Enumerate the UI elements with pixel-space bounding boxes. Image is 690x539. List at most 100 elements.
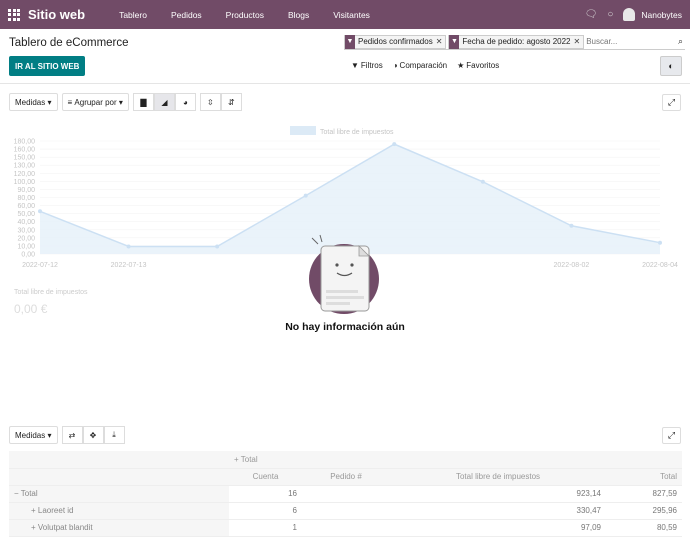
menu-item-visitantes[interactable]: Visitantes xyxy=(321,10,382,20)
app-brand[interactable]: Sitio web xyxy=(28,7,85,22)
apps-menu-button[interactable] xyxy=(0,0,28,29)
chat-icon[interactable]: 🗨 xyxy=(585,9,598,20)
y-tick-label: 50,00 xyxy=(17,211,35,218)
sort-group: ⇳ ⇵ xyxy=(199,93,242,111)
favorites-label: Favoritos xyxy=(466,61,500,70)
measure-header[interactable]: Total xyxy=(606,468,682,486)
page-title: Tablero de eCommerce xyxy=(9,37,129,49)
flip-icon: ⇄ xyxy=(68,430,76,440)
pivot-col-header[interactable]: + Total xyxy=(229,451,682,469)
measure-header[interactable]: Cuenta xyxy=(229,468,302,486)
group-by-label: Agrupar por xyxy=(74,97,117,107)
legend-swatch xyxy=(290,126,316,135)
y-tick-label: 30,00 xyxy=(17,227,35,234)
data-point xyxy=(569,223,574,228)
favorites-dropdown[interactable]: ★ Favoritos xyxy=(457,61,499,70)
pie-chart-button[interactable]: ◕ xyxy=(174,93,196,111)
apps-grid-icon xyxy=(8,8,20,21)
pivot-measure-row: Cuenta Pedido # Total libre de impuestos… xyxy=(9,468,682,486)
y-tick-label: 60,00 xyxy=(17,203,35,210)
table-cell xyxy=(302,519,390,537)
dashboard-view-button[interactable]: ◐ xyxy=(660,56,682,76)
y-tick-label: 130,00 xyxy=(14,163,36,170)
legend-label: Total libre de impuestos xyxy=(320,129,394,136)
measure-header[interactable]: Pedido # xyxy=(302,468,390,486)
no-data-title: No hay información aún xyxy=(285,321,405,333)
menu-item-productos[interactable]: Productos xyxy=(214,10,276,20)
y-tick-label: 90,00 xyxy=(17,187,35,194)
measure-header[interactable]: Total libre de impuestos xyxy=(390,468,606,486)
data-point xyxy=(480,179,485,184)
data-point xyxy=(215,244,220,249)
control-panel-divider xyxy=(0,83,690,84)
star-icon: ★ xyxy=(457,61,465,70)
menu-item-tablero[interactable]: Tablero xyxy=(107,10,159,20)
data-point xyxy=(126,244,131,249)
pivot-measures-dropdown[interactable]: Medidas ▾ xyxy=(9,426,58,444)
line-chart-button[interactable]: ◢ xyxy=(153,93,175,111)
clock-icon[interactable]: ○ xyxy=(607,9,613,20)
col-header-label: Total xyxy=(240,454,258,464)
pivot-actions-group: ⇄ ✥ ⤓ xyxy=(61,426,125,444)
remove-facet-icon[interactable]: ✕ xyxy=(436,37,446,46)
no-data-helper: No hay información aún xyxy=(240,232,450,333)
pivot-corner xyxy=(9,468,229,486)
table-cell: 330,47 xyxy=(390,502,606,520)
row-header[interactable]: − Total xyxy=(9,485,229,503)
expand-all-button[interactable]: ✥ xyxy=(82,426,104,444)
filters-dropdown[interactable]: ▼ Filtros xyxy=(351,61,383,70)
filter-icon: ▼ xyxy=(449,34,460,49)
table-row: − Total 16 923,14 827,59 xyxy=(9,485,682,503)
list-icon: ≡ xyxy=(67,97,73,107)
adjust-icon: ◑ xyxy=(392,61,398,70)
search-icon[interactable]: ⌕ xyxy=(678,36,683,47)
search-facet-order-date: ▼ Fecha de pedido: agosto 2022 ✕ xyxy=(448,34,585,49)
table-row: + Laoreet id 6 330,47 295,96 xyxy=(9,502,682,520)
table-row: + Volutpat blandit 1 97,09 80,59 xyxy=(9,519,682,537)
avatar xyxy=(623,8,636,21)
expand-icon: ⤢ xyxy=(667,97,676,107)
top-navbar: Sitio web Tablero Pedidos Productos Blog… xyxy=(0,0,690,29)
chart-legend: Total libre de impuestos xyxy=(290,126,394,136)
menu-item-blogs[interactable]: Blogs xyxy=(276,10,321,20)
pivot-corner xyxy=(9,451,229,469)
kpi-label: Total libre de impuestos xyxy=(14,289,88,296)
y-tick-label: 80,00 xyxy=(17,195,35,202)
graph-measures-dropdown[interactable]: Medidas ▾ xyxy=(9,93,58,111)
sort-ascending-button[interactable]: ⇵ xyxy=(220,93,242,111)
user-menu[interactable]: Nanobytes xyxy=(623,8,682,21)
menu-item-pedidos[interactable]: Pedidos xyxy=(159,10,214,20)
go-to-website-button[interactable]: IR AL SITIO WEB xyxy=(9,56,86,76)
row-label: Total xyxy=(20,489,38,498)
y-tick-label: 100,00 xyxy=(14,179,36,186)
pivot-header-row: + Total xyxy=(9,451,682,469)
sort-descending-button[interactable]: ⇳ xyxy=(199,93,221,111)
measures-label: Medidas xyxy=(15,97,46,107)
remove-facet-icon[interactable]: ✕ xyxy=(574,37,584,46)
y-tick-label: 180,00 xyxy=(14,139,36,146)
expand-pivot-button[interactable]: ⤢ xyxy=(662,427,681,444)
row-label: Laoreet id xyxy=(37,506,74,515)
kpi-value: 0,00 € xyxy=(14,302,48,316)
table-cell xyxy=(302,502,390,520)
bar-chart-button[interactable]: ▇ xyxy=(132,93,154,111)
comparison-dropdown[interactable]: ◑ Comparación xyxy=(393,61,447,70)
download-button[interactable]: ⤓ xyxy=(103,426,125,444)
data-point xyxy=(38,209,42,214)
data-point xyxy=(658,240,662,245)
main-menu: Tablero Pedidos Productos Blogs Visitant… xyxy=(107,10,382,20)
search-input[interactable] xyxy=(586,37,667,46)
row-header[interactable]: + Volutpat blandit xyxy=(9,519,229,537)
search-bar: ▼ Pedidos confirmados ✕ ▼ Fecha de pedid… xyxy=(344,34,685,50)
download-icon: ⤓ xyxy=(112,430,116,439)
table-cell: 6 xyxy=(229,502,302,520)
table-cell: 827,59 xyxy=(606,485,682,503)
group-by-dropdown[interactable]: ≡ Agrupar por ▾ xyxy=(61,93,129,111)
expand-graph-button[interactable]: ⤢ xyxy=(662,94,681,111)
y-tick-label: 20,00 xyxy=(17,235,35,242)
flip-axis-button[interactable]: ⇄ xyxy=(61,426,83,444)
dashboard-icon: ◐ xyxy=(668,61,674,71)
graph-toolbar: Medidas ▾ ≡ Agrupar por ▾ ▇ ◢ ◕ ⇳ ⇵ xyxy=(9,93,242,111)
search-facet-confirmed-orders: ▼ Pedidos confirmados ✕ xyxy=(344,34,447,49)
row-header[interactable]: + Laoreet id xyxy=(9,502,229,520)
